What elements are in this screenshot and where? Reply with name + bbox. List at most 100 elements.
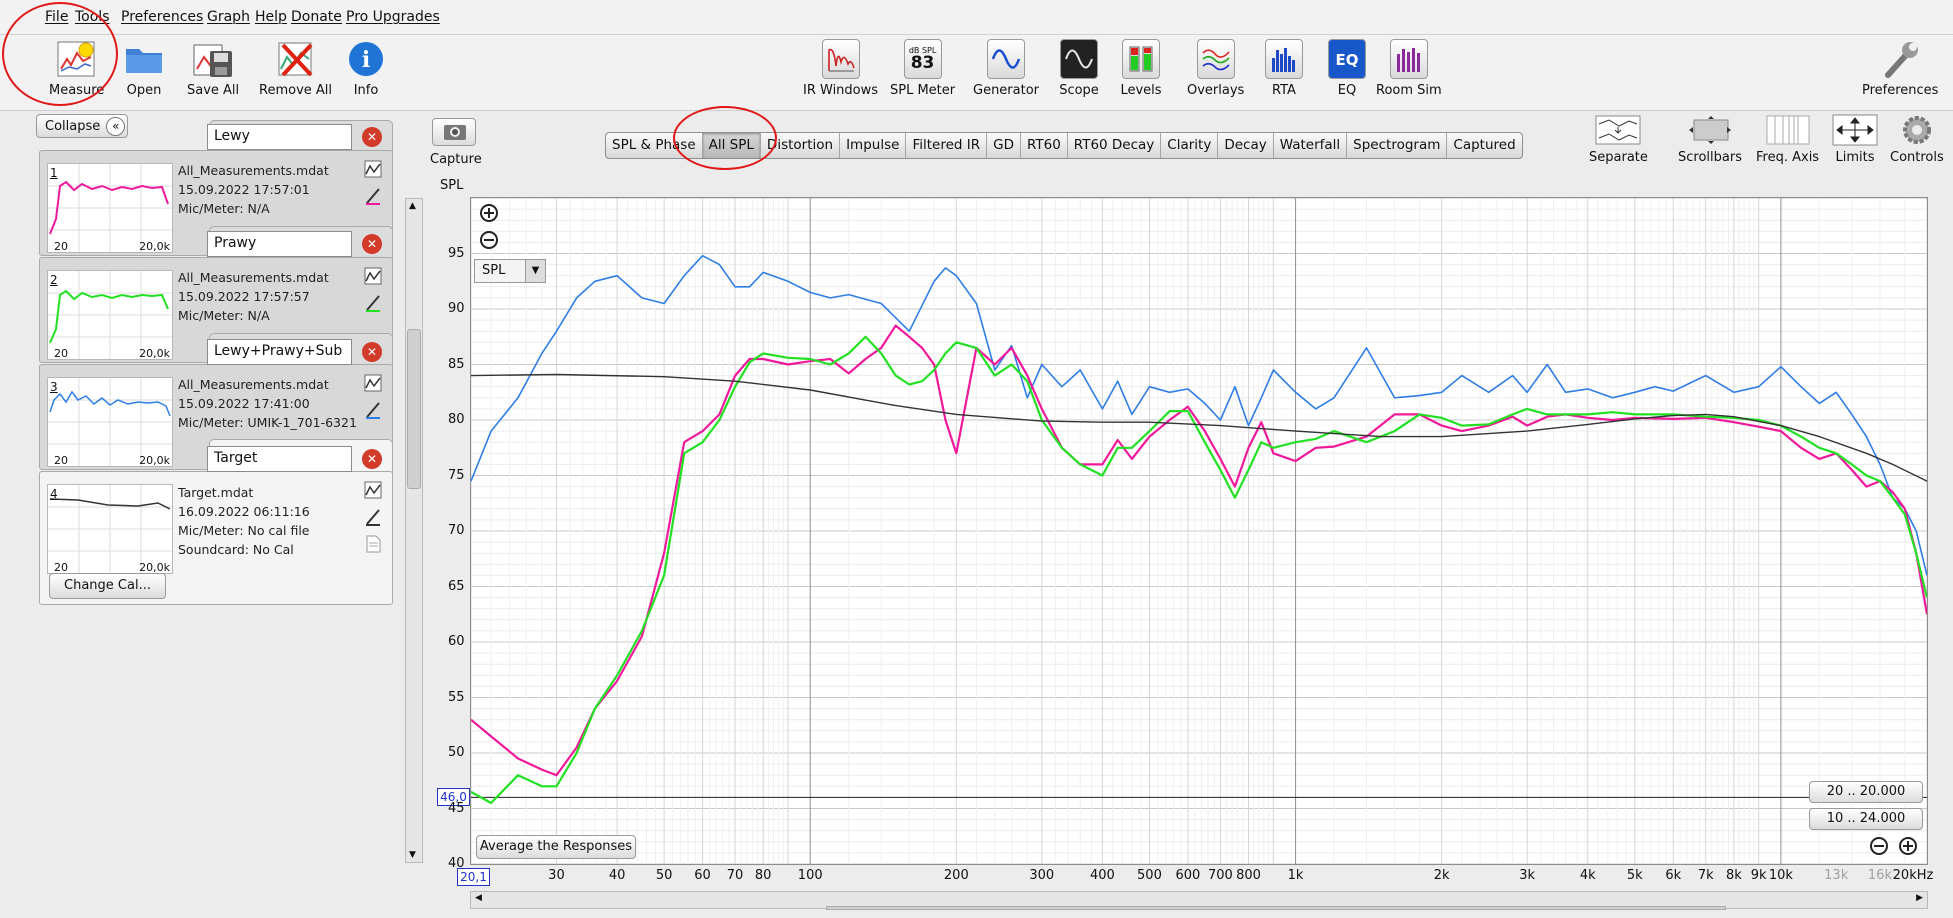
overlays-icon [1196,39,1235,79]
capture-button[interactable] [432,118,476,146]
trace-color-icon[interactable] [364,401,382,419]
limits-icon [1832,114,1878,146]
measurement-mic: Mic/Meter: No cal file [178,523,310,538]
x-tick-label: 4k [1579,868,1596,883]
ir-windows-button[interactable]: IR Windows [803,38,878,98]
tab-gd[interactable]: GD [987,133,1021,158]
x-tick-label: 30 [548,868,565,883]
spl-select[interactable]: SPL ▼ [474,259,546,283]
menu-preferences[interactable]: Preferences [121,9,203,25]
generator-button[interactable]: Generator [973,38,1039,98]
remove-measurement-icon[interactable]: ✕ [362,449,382,469]
x-tick-label: 70 [726,868,744,883]
y-tick-label: 55 [448,689,465,705]
series-line-lewy [470,324,1929,777]
tab-filtered-ir[interactable]: Filtered IR [906,133,988,158]
overlays-button[interactable]: Overlays [1187,38,1244,98]
menu-graph[interactable]: Graph [207,9,250,25]
measurement-info-icon[interactable] [364,267,382,285]
remove-all-button[interactable]: Remove All [259,38,332,98]
freq-axis-button[interactable]: Freq. Axis [1756,114,1819,165]
thumb-min-freq: 20 [54,347,68,360]
scrollbars-button[interactable]: Scrollbars [1678,114,1742,165]
graph-horizontal-scrollbar[interactable]: ◀ ▶ [470,891,1928,910]
measurement-mic: Mic/Meter: N/A [178,201,270,216]
tab-captured[interactable]: Captured [1447,133,1521,158]
rta-button[interactable]: RTA [1263,38,1305,98]
scroll-right-icon[interactable]: ▶ [1916,893,1923,903]
change-cal-button[interactable]: Change Cal... [49,573,166,599]
spl-graph[interactable] [470,197,1929,865]
save-all-button[interactable]: Save All [187,38,239,98]
tab-clarity[interactable]: Clarity [1161,133,1219,158]
open-button[interactable]: Open [123,38,165,98]
scroll-left-icon[interactable]: ◀ [475,893,482,903]
preferences-button[interactable]: Preferences [1862,38,1938,98]
wrench-icon [1879,38,1921,80]
limits-button[interactable]: Limits [1832,114,1878,165]
scope-button[interactable]: Scope [1058,38,1100,98]
x-tick-label: 300 [1029,868,1055,883]
h-scrollbar-thumb[interactable] [826,906,1726,910]
trace-color-icon[interactable] [364,187,382,205]
measurement-name-input[interactable]: Target [207,446,352,472]
remove-measurement-icon[interactable]: ✕ [362,342,382,362]
spl-meter-button[interactable]: dB SPL 83 SPL Meter [890,38,955,98]
y-tick-label: 90 [448,301,465,316]
x-tick-label: 10k [1768,868,1793,883]
eq-label: EQ [1337,83,1357,98]
tab-rt60[interactable]: RT60 [1021,133,1068,158]
measurement-date: 15.09.2022 17:57:01 [178,182,310,197]
collapse-button[interactable]: Collapse « [36,114,128,138]
tab-waterfall[interactable]: Waterfall [1274,133,1348,158]
remove-measurement-icon[interactable]: ✕ [362,234,382,254]
range-10-24000-button[interactable]: 10 .. 24.000 [1809,808,1923,830]
levels-button[interactable]: Levels [1120,38,1162,98]
remove-measurement-icon[interactable]: ✕ [362,127,382,147]
measurement-name-input[interactable]: Lewy [207,124,352,150]
separate-button[interactable]: Separate [1589,114,1648,165]
range-20-20000-button[interactable]: 20 .. 20.000 [1809,781,1923,803]
zoom-in-icon[interactable] [479,203,499,223]
series-line-target [470,373,1928,482]
eq-button[interactable]: EQ EQ [1326,38,1368,98]
levels-icon [1122,39,1160,79]
gear-icon [1902,116,1931,144]
scroll-down-icon[interactable]: ▼ [409,850,416,860]
measurement-info-icon[interactable] [364,481,382,499]
measurement-info-icon[interactable] [364,160,382,178]
menu-pro-upgrades[interactable]: Pro Upgrades [346,9,440,25]
x-tick-label: 500 [1137,868,1162,883]
measurement-mic: Mic/Meter: UMIK-1_701-6321... [178,415,358,430]
trace-color-icon[interactable] [364,294,382,312]
tab-impulse[interactable]: Impulse [840,133,907,158]
measurement-name-input[interactable]: Prawy [207,231,352,257]
notes-icon[interactable] [364,535,382,553]
y-axis-unit-label: SPL [440,178,464,193]
zoom-out-icon[interactable] [479,230,499,250]
x-tick-label: 100 [797,868,823,883]
menu-help[interactable]: Help [255,9,287,25]
measurement-info-icon[interactable] [364,374,382,392]
room-sim-button[interactable]: Room Sim [1376,38,1442,98]
sidebar-scrollbar[interactable]: ▲ ▼ [405,198,423,863]
x-tick-label: 2k [1433,868,1450,883]
info-button[interactable]: i Info [345,38,387,98]
controls-button[interactable]: Controls [1890,114,1944,165]
ir-windows-label: IR Windows [803,83,879,98]
zoom-out-x-icon[interactable] [1869,836,1889,856]
trace-color-icon[interactable] [364,508,382,526]
tab-spectrogram[interactable]: Spectrogram [1347,133,1448,158]
tab-rt60-decay[interactable]: RT60 Decay [1068,133,1162,158]
thumb-max-freq: 20,0k [139,347,170,360]
menu-donate[interactable]: Donate [291,9,342,25]
tab-decay[interactable]: Decay [1218,133,1274,158]
average-responses-button[interactable]: Average the Responses [476,835,636,859]
scroll-up-icon[interactable]: ▲ [409,201,416,211]
scrollbar-thumb[interactable] [407,329,421,489]
freq-axis-label: Freq. Axis [1756,150,1820,165]
measurement-number: 2 [50,273,58,287]
measurement-name-input[interactable]: Lewy+Prawy+Sub [207,339,352,365]
zoom-in-x-icon[interactable] [1898,836,1918,856]
scrollbars-label: Scrollbars [1678,150,1742,165]
